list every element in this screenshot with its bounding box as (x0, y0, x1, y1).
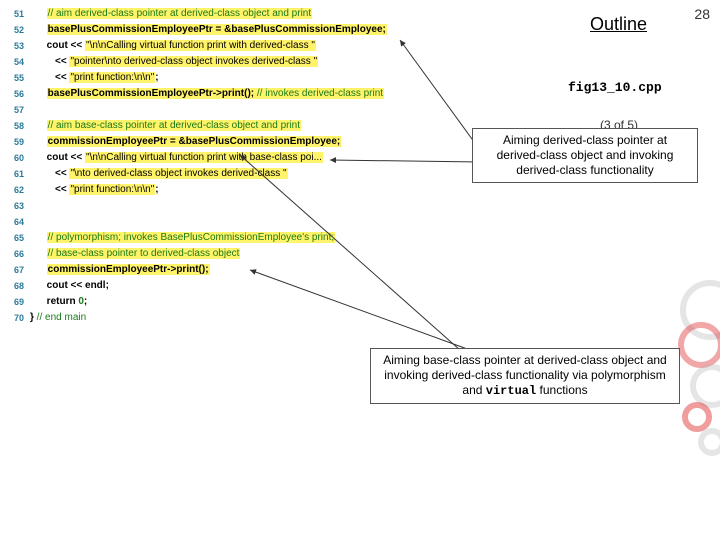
line-number: 62 (6, 182, 30, 198)
line-number: 55 (6, 70, 30, 86)
line-number: 60 (6, 150, 30, 166)
line-number: 57 (6, 102, 30, 118)
line-number: 61 (6, 166, 30, 182)
line-number: 66 (6, 246, 30, 262)
page-number: 28 (694, 6, 710, 22)
line-number: 70 (6, 310, 30, 326)
line-number: 52 (6, 22, 30, 38)
line-number: 65 (6, 230, 30, 246)
callout-derived: Aiming derived-class pointer at derived-… (472, 128, 698, 183)
outline-heading: Outline (590, 14, 647, 35)
line-number: 53 (6, 38, 30, 54)
line-number: 59 (6, 134, 30, 150)
line-number: 68 (6, 278, 30, 294)
line-number: 58 (6, 118, 30, 134)
line-number: 64 (6, 214, 30, 230)
line-number: 67 (6, 262, 30, 278)
line-number: 63 (6, 198, 30, 214)
source-filename: fig13_10.cpp (568, 80, 662, 95)
line-number: 56 (6, 86, 30, 102)
callout-polymorphism: Aiming base-class pointer at derived-cla… (370, 348, 680, 404)
line-number: 51 (6, 6, 30, 22)
line-number: 54 (6, 54, 30, 70)
line-number: 69 (6, 294, 30, 310)
